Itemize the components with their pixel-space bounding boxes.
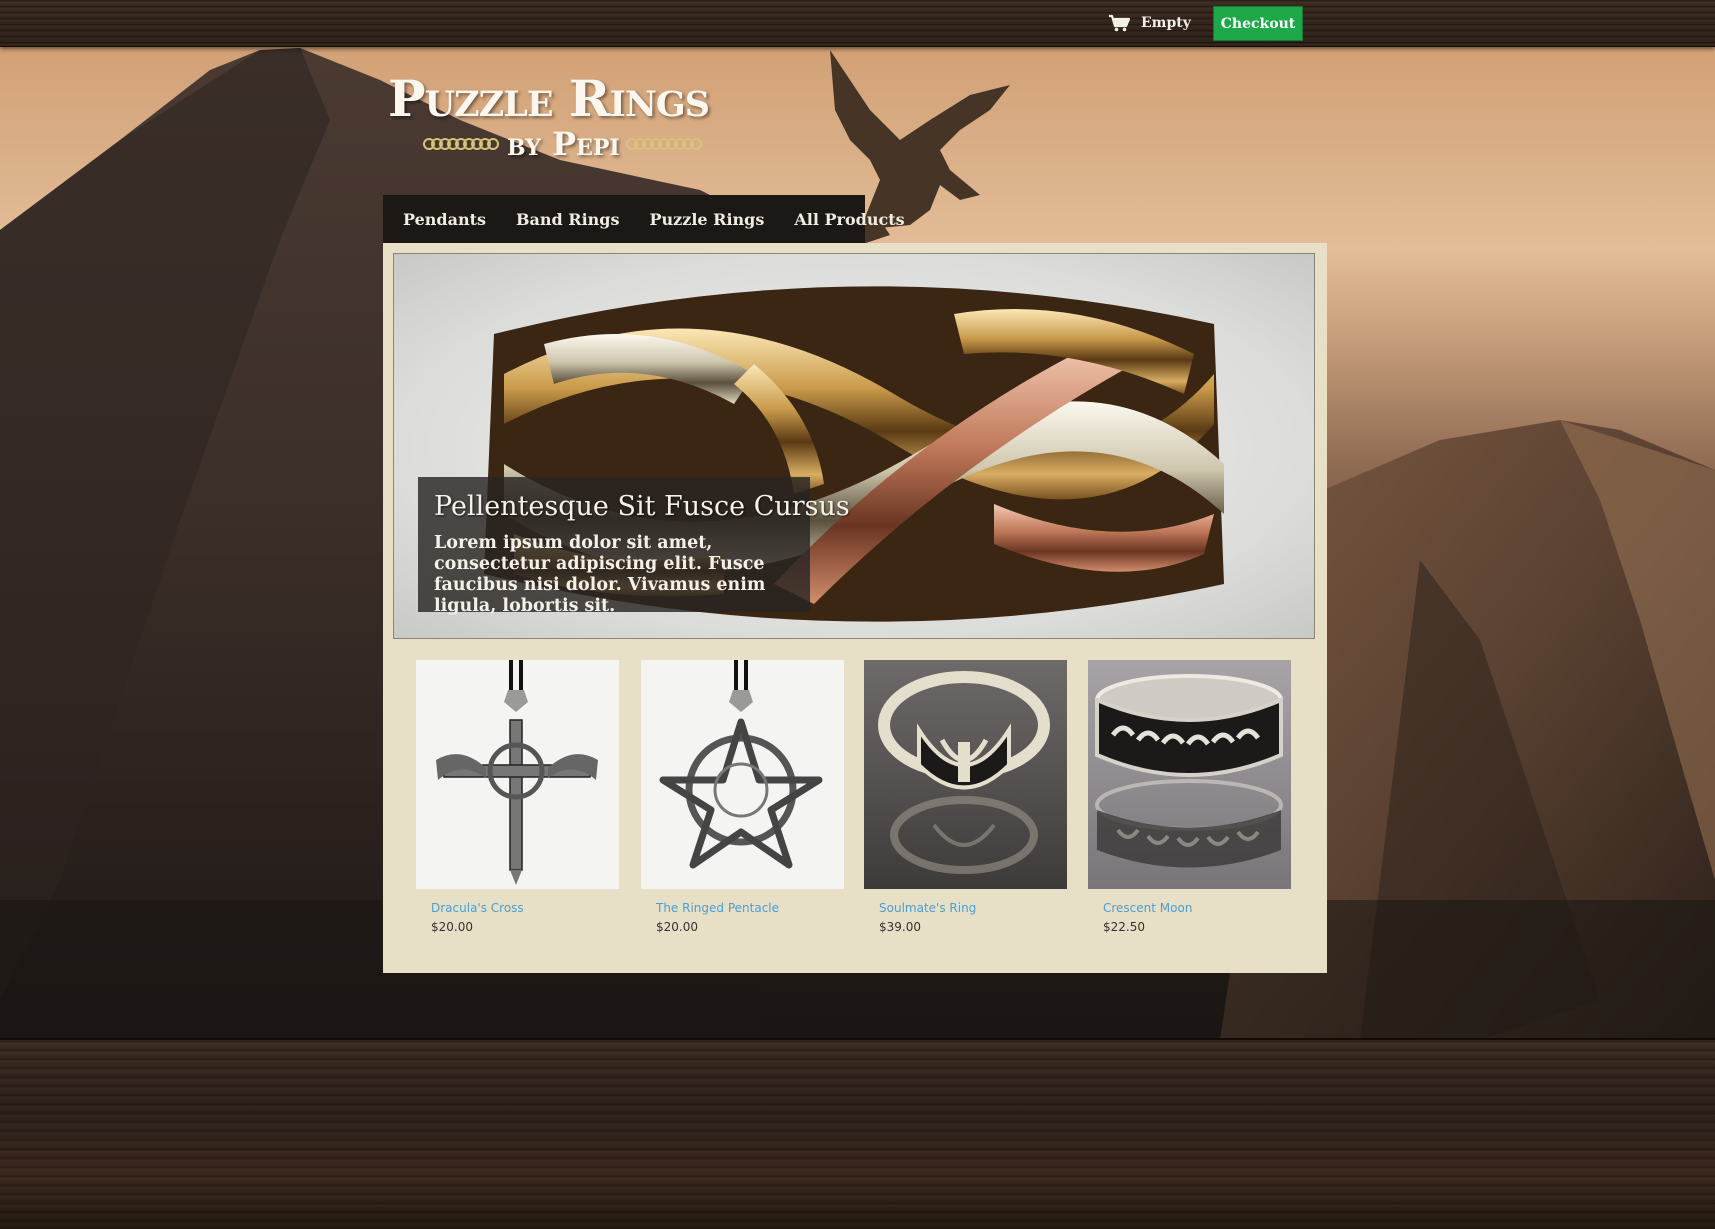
logo-subtitle-row: by Pepi: [423, 124, 704, 164]
footer-wood: [0, 1038, 1715, 1229]
checkout-button[interactable]: Checkout: [1213, 6, 1303, 41]
hero-text: Lorem ipsum dolor sit amet, consectetur …: [434, 533, 766, 616]
hero-caption: Pellentesque Sit Fusce Cursus Lorem ipsu…: [418, 477, 850, 616]
product-price: $22.50: [1103, 920, 1145, 934]
nav-item-pendants[interactable]: Pendants: [403, 210, 486, 229]
nav-item-band-rings[interactable]: Band Rings: [516, 210, 619, 229]
product-image[interactable]: [864, 660, 1067, 889]
chain-ornament-icon: [625, 138, 702, 150]
nav-item-all-products[interactable]: All Products: [794, 210, 904, 229]
product-card[interactable]: Soulmate's Ring $39.00: [864, 660, 1067, 940]
product-price: $20.00: [656, 920, 698, 934]
chain-ornament-icon: [423, 138, 499, 150]
hero-title: Pellentesque Sit Fusce Cursus: [434, 491, 850, 522]
soulmate-ring-image: [878, 671, 1050, 874]
top-bar: Empty Checkout: [0, 0, 1715, 47]
cart-link[interactable]: Empty: [1108, 10, 1191, 36]
product-grid: Dracula's Cross $20.00 The Ringed Pentac…: [416, 660, 1306, 940]
product-name[interactable]: Dracula's Cross: [431, 901, 524, 915]
product-name[interactable]: The Ringed Pentacle: [656, 901, 779, 915]
site-logo[interactable]: Puzzle Rings by Pepi: [388, 70, 728, 170]
crescent-moon-ring-image: [1095, 674, 1283, 868]
product-price: $39.00: [879, 920, 921, 934]
product-image[interactable]: [1088, 660, 1291, 889]
product-image[interactable]: [641, 660, 844, 889]
shopping-cart-icon: [1109, 14, 1130, 32]
product-price: $20.00: [431, 920, 473, 934]
product-name[interactable]: Crescent Moon: [1103, 901, 1192, 915]
pentacle-pendant-image: [659, 660, 823, 869]
product-image[interactable]: [416, 660, 619, 889]
main-nav: Pendants Band Rings Puzzle Rings All Pro…: [383, 195, 905, 243]
logo-subtitle: by Pepi: [507, 125, 620, 163]
product-card[interactable]: Dracula's Cross $20.00: [416, 660, 619, 940]
nav-item-puzzle-rings[interactable]: Puzzle Rings: [649, 210, 764, 229]
cart-status: Empty: [1141, 15, 1191, 31]
product-card[interactable]: The Ringed Pentacle $20.00: [641, 660, 844, 940]
hero-banner[interactable]: Pellentesque Sit Fusce Cursus Lorem ipsu…: [393, 253, 1315, 639]
product-card[interactable]: Crescent Moon $22.50: [1088, 660, 1291, 940]
product-name[interactable]: Soulmate's Ring: [879, 901, 976, 915]
logo-title: Puzzle Rings: [388, 69, 710, 128]
cross-pendant-image: [436, 660, 598, 885]
content-panel: Pellentesque Sit Fusce Cursus Lorem ipsu…: [383, 243, 1327, 973]
